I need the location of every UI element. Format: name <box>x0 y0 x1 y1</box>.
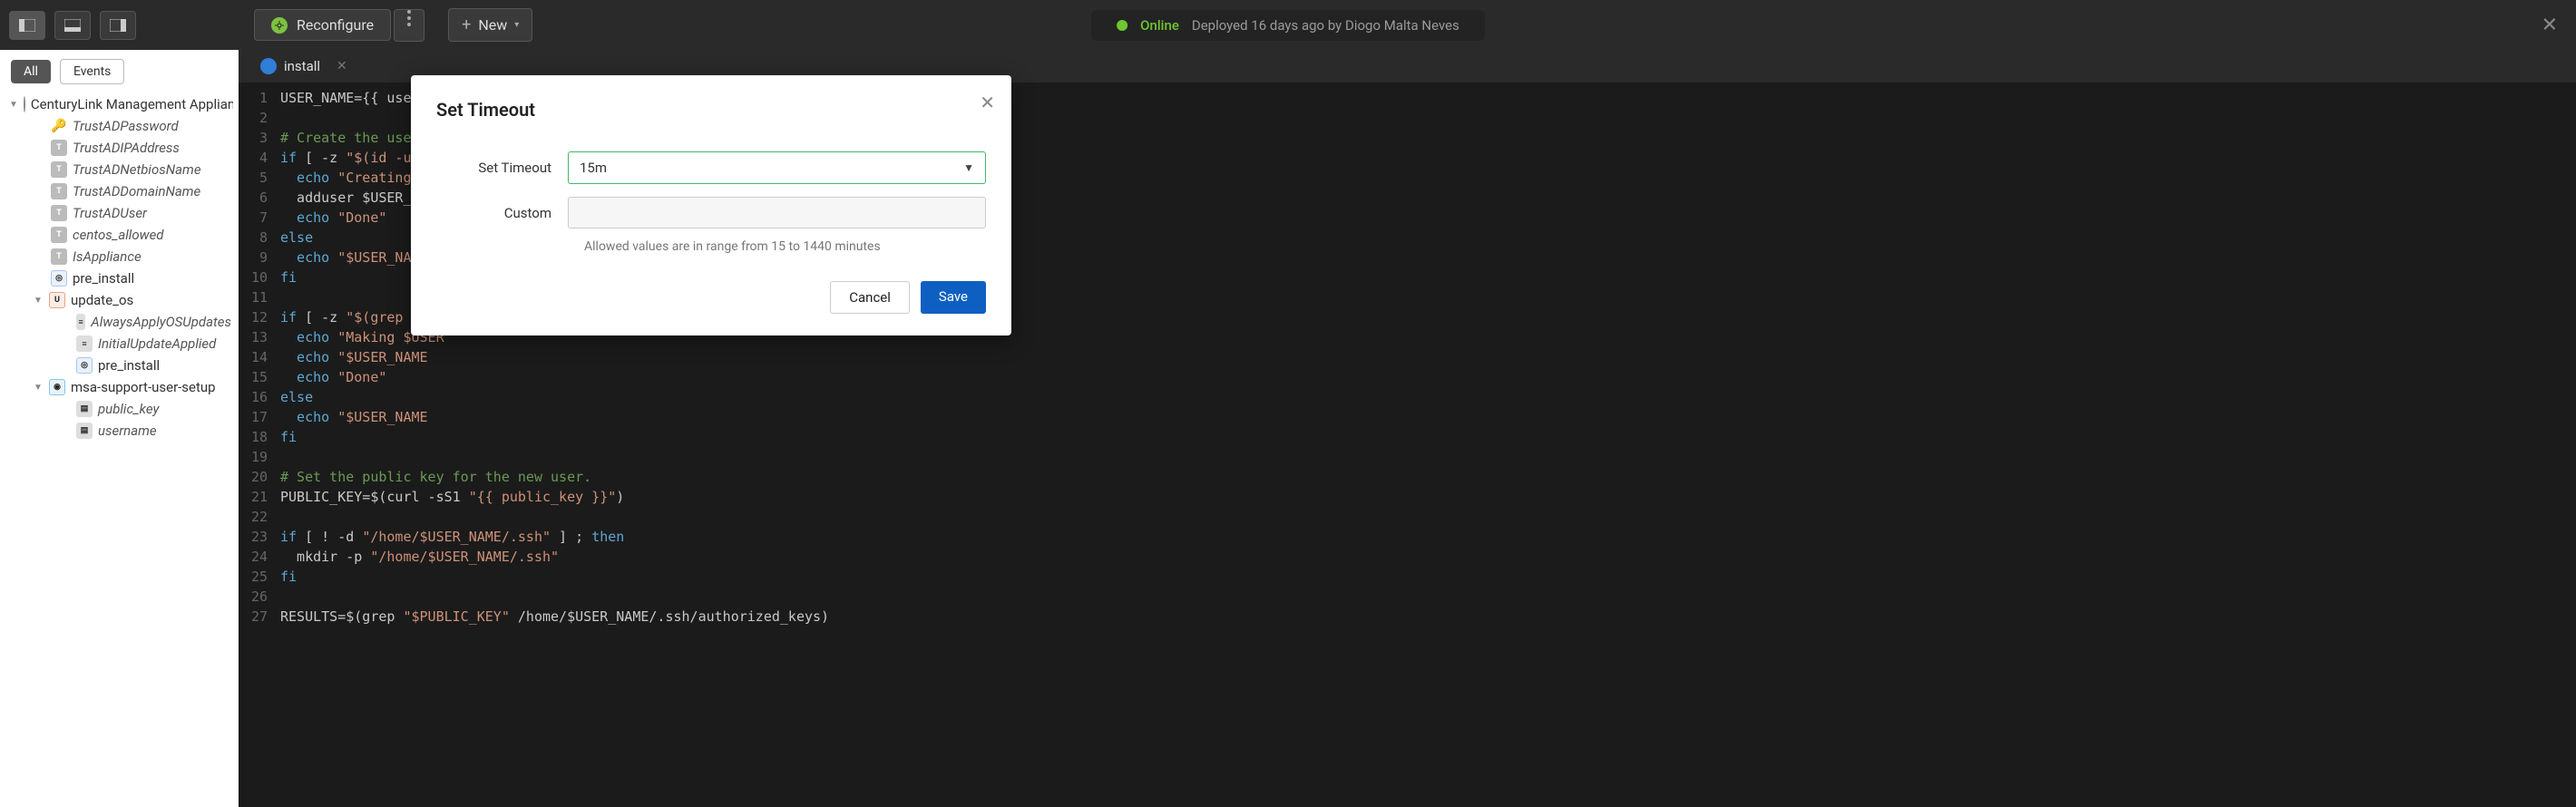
cancel-button[interactable]: Cancel <box>830 281 910 314</box>
file-icon: ▤ <box>76 423 93 439</box>
reconfigure-label: Reconfigure <box>297 16 374 34</box>
timeout-value: 15m <box>580 160 607 176</box>
tree-label: TrustADDomainName <box>73 183 200 199</box>
text-icon: T <box>51 161 67 178</box>
filter-tabs: All Events <box>0 50 239 93</box>
script-icon: ◎ <box>51 270 67 287</box>
new-button[interactable]: + New ▾ <box>448 8 532 42</box>
tree-label: public_key <box>98 401 159 417</box>
tab-all[interactable]: All <box>11 60 51 83</box>
plus-icon: + <box>462 15 471 34</box>
file-tab-label: install <box>284 58 320 74</box>
top-toolbar: Reconfigure + New ▾ Online Deployed 16 d… <box>0 0 2576 50</box>
tree-item-msa[interactable]: ▼ ◉ msa-support-user-setup <box>5 376 233 398</box>
tree-label: username <box>98 423 157 439</box>
tree-label: TrustADUser <box>73 205 147 221</box>
tree-label: msa-support-user-setup <box>71 379 216 395</box>
chevron-down-icon[interactable]: ▼ <box>9 100 18 110</box>
tree-item[interactable]: T IsAppliance <box>5 246 233 267</box>
tab-events[interactable]: Events <box>60 59 124 84</box>
modal-close-icon[interactable]: ✕ <box>980 92 995 113</box>
chevron-down-icon[interactable]: ▼ <box>33 296 44 306</box>
modal-footer: Cancel Save <box>436 281 986 314</box>
label-custom: Custom <box>436 205 568 221</box>
tree: ▼ CenturyLink Management Appliance 🔑 Tru… <box>0 93 239 451</box>
reconfigure-button[interactable]: Reconfigure <box>254 9 391 41</box>
tree-label: InitialUpdateApplied <box>98 335 216 352</box>
gear-icon <box>271 17 288 34</box>
custom-input[interactable] <box>568 197 986 228</box>
tree-label: centos_allowed <box>73 227 164 243</box>
text-icon: T <box>51 227 67 243</box>
main-area: All Events ▼ CenturyLink Management Appl… <box>0 50 2576 807</box>
close-tab-icon[interactable]: ✕ <box>337 59 347 73</box>
key-icon: 🔑 <box>51 118 67 134</box>
save-button[interactable]: Save <box>921 281 986 314</box>
gutter: 1234567891011121314151617181920212223242… <box>239 83 273 627</box>
lines-icon: ≡ <box>76 314 85 330</box>
script-icon: ◎ <box>76 357 93 374</box>
tree-item[interactable]: ▤ username <box>5 420 233 442</box>
text-icon: T <box>51 183 67 199</box>
tree-item[interactable]: ≡ InitialUpdateApplied <box>5 333 233 355</box>
tree-label: update_os <box>71 292 133 308</box>
hint-text: Allowed values are in range from 15 to 1… <box>584 239 986 254</box>
layout-bottom-btn[interactable] <box>54 11 91 40</box>
tree-item-preinstall[interactable]: ◎ pre_install <box>5 267 233 289</box>
tree-label: TrustADPassword <box>73 118 179 134</box>
row-custom: Custom <box>436 197 986 228</box>
tree-item[interactable]: T TrustADIPAddress <box>5 137 233 159</box>
reconfigure-group: Reconfigure + New ▾ <box>254 8 532 42</box>
tree-item[interactable]: ◎ pre_install <box>5 355 233 376</box>
new-label: New <box>478 16 507 34</box>
tree-item-updateos[interactable]: ▼ U update_os <box>5 289 233 311</box>
tree-item[interactable]: T TrustADUser <box>5 202 233 224</box>
module-icon: ◉ <box>49 379 65 395</box>
tree-item[interactable]: ≡ AlwaysApplyOSUpdates <box>5 311 233 333</box>
tree-item[interactable]: T TrustADDomainName <box>5 180 233 202</box>
file-icon: ▤ <box>76 401 93 417</box>
layout-left-btn[interactable] <box>9 11 45 40</box>
chevron-down-icon: ▼ <box>963 161 974 174</box>
sidebar: All Events ▼ CenturyLink Management Appl… <box>0 50 239 807</box>
tree-label: TrustADNetbiosName <box>73 161 201 178</box>
tree-label: IsAppliance <box>73 248 141 265</box>
text-icon: T <box>51 205 67 221</box>
status-online: Online <box>1140 17 1179 34</box>
update-icon: U <box>49 292 65 308</box>
appliance-icon <box>24 96 25 112</box>
lines-icon: ≡ <box>76 335 93 352</box>
tree-item[interactable]: ▤ public_key <box>5 398 233 420</box>
tree-label: TrustADIPAddress <box>73 140 180 156</box>
text-icon: T <box>51 248 67 265</box>
layout-right-btn[interactable] <box>100 11 136 40</box>
status-dot-icon <box>1117 20 1127 31</box>
modal-title: Set Timeout <box>436 99 986 121</box>
status-text: Deployed 16 days ago by Diogo Malta Neve… <box>1192 17 1459 34</box>
tree-label: pre_install <box>73 270 134 287</box>
tree-label: CenturyLink Management Appliance <box>31 96 233 112</box>
label-timeout: Set Timeout <box>436 160 568 176</box>
chevron-down-icon[interactable]: ▼ <box>33 383 44 393</box>
close-icon[interactable]: ✕ <box>2542 14 2558 36</box>
status-pill: Online Deployed 16 days ago by Diogo Mal… <box>1091 10 1485 41</box>
row-timeout: Set Timeout 15m ▼ <box>436 151 986 184</box>
tree-label: AlwaysApplyOSUpdates <box>91 314 231 330</box>
tree-root[interactable]: ▼ CenturyLink Management Appliance <box>5 93 233 115</box>
set-timeout-modal: Set Timeout ✕ Set Timeout 15m ▼ Custom A… <box>411 75 1011 335</box>
file-tab-install[interactable]: install ✕ <box>260 58 347 74</box>
timeout-select[interactable]: 15m ▼ <box>568 151 986 184</box>
reconfigure-menu-button[interactable] <box>394 9 424 42</box>
tree-item[interactable]: 🔑 TrustADPassword <box>5 115 233 137</box>
chevron-down-icon: ▾ <box>514 20 519 30</box>
text-icon: T <box>51 140 67 156</box>
tree-item[interactable]: T TrustADNetbiosName <box>5 159 233 180</box>
tree-item[interactable]: T centos_allowed <box>5 224 233 246</box>
script-icon <box>260 58 277 74</box>
tree-label: pre_install <box>98 357 160 374</box>
window-controls <box>9 11 136 40</box>
